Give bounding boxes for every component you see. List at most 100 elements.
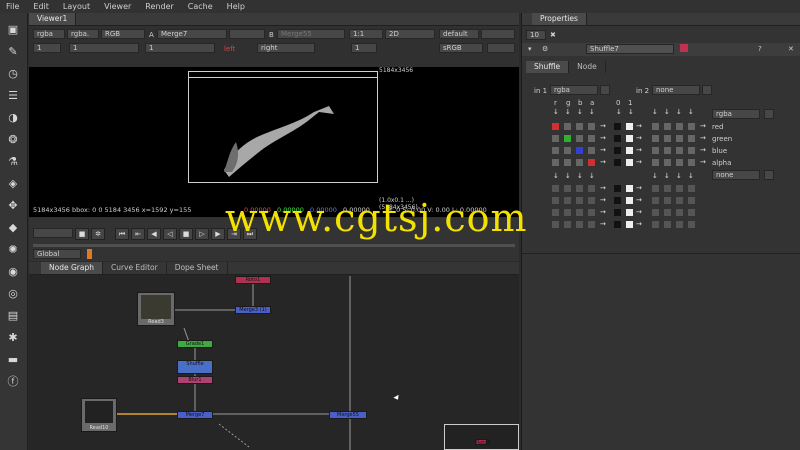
- viewer-canvas[interactable]: 5184x3456 (1.0x0.1 ...) (5184x3456): [29, 67, 519, 217]
- node-read3[interactable]: Read3: [137, 292, 175, 326]
- node-name-field[interactable]: Shuffle7: [586, 44, 674, 54]
- node-merge7[interactable]: Merge7: [177, 411, 213, 419]
- tab-shuffle[interactable]: Shuffle: [526, 61, 570, 73]
- channel-tool-icon[interactable]: ☰: [6, 89, 20, 103]
- shuffle-checkbox[interactable]: [588, 135, 595, 142]
- shuffle-checkbox[interactable]: [564, 159, 571, 166]
- help-icon[interactable]: ⚙: [542, 45, 548, 53]
- viewer-options[interactable]: [481, 29, 515, 39]
- shuffle2-checkbox[interactable]: [564, 185, 571, 192]
- shuffle-checkbox[interactable]: [576, 147, 583, 154]
- node-merge55[interactable]: Merge55: [329, 411, 367, 419]
- const-one-checkbox[interactable]: [626, 159, 633, 166]
- shuffle-checkbox[interactable]: [576, 159, 583, 166]
- node-graph-panel[interactable]: Node Graph Curve Editor Dope Sheet Roto1…: [29, 262, 519, 450]
- clear-panels-icon[interactable]: ✖: [550, 31, 556, 39]
- node-roto2[interactable]: Roto2: [475, 439, 491, 446]
- a-input-select[interactable]: Merge7: [157, 29, 227, 39]
- draw-tool-icon[interactable]: ✎: [6, 45, 20, 59]
- node-blur1[interactable]: Blur1: [177, 376, 213, 384]
- menu-file[interactable]: File: [6, 2, 19, 11]
- shuffle-checkbox[interactable]: [552, 123, 559, 130]
- shuffle-checkbox[interactable]: [576, 135, 583, 142]
- input2-checkbox[interactable]: [676, 209, 683, 216]
- tab-node[interactable]: Node: [569, 61, 606, 73]
- prev-key-icon[interactable]: ⇤: [131, 228, 145, 240]
- input2-checkbox[interactable]: [676, 221, 683, 228]
- stop-icon[interactable]: ■: [179, 228, 193, 240]
- tab-viewer1[interactable]: Viewer1: [29, 13, 77, 25]
- timeline-range-select[interactable]: Global: [33, 249, 81, 259]
- shuffle-checkbox[interactable]: [576, 123, 583, 130]
- const-one-checkbox[interactable]: [626, 209, 633, 216]
- fstop-field[interactable]: 1: [33, 43, 61, 53]
- first-frame-icon[interactable]: ⏮: [115, 228, 129, 240]
- const-one-checkbox[interactable]: [626, 197, 633, 204]
- shuffle2-checkbox[interactable]: [588, 209, 595, 216]
- input2-checkbox[interactable]: [652, 197, 659, 204]
- out2-select[interactable]: none: [712, 170, 760, 180]
- shuffle-checkbox[interactable]: [552, 147, 559, 154]
- shuffle-checkbox[interactable]: [564, 135, 571, 142]
- play-backward-icon[interactable]: ◁: [163, 228, 177, 240]
- shuffle2-checkbox[interactable]: [564, 197, 571, 204]
- shuffle-checkbox[interactable]: [552, 135, 559, 142]
- 3d-tool-icon[interactable]: ◆: [6, 221, 20, 235]
- const-one-checkbox[interactable]: [626, 147, 633, 154]
- input2-checkbox[interactable]: [664, 135, 671, 142]
- collapse-icon[interactable]: ▾: [528, 45, 532, 53]
- menu-viewer[interactable]: Viewer: [104, 2, 131, 11]
- input2-checkbox[interactable]: [676, 135, 683, 142]
- wipe-toggle[interactable]: [487, 43, 515, 53]
- const-one-checkbox[interactable]: [626, 135, 633, 142]
- out-select[interactable]: rgba: [712, 109, 760, 119]
- in2-select[interactable]: none: [652, 85, 700, 95]
- shuffle2-checkbox[interactable]: [576, 221, 583, 228]
- menu-layout[interactable]: Layout: [63, 2, 90, 11]
- in2-options[interactable]: [702, 85, 712, 95]
- colorspace-select[interactable]: sRGB: [439, 43, 483, 53]
- input2-checkbox[interactable]: [664, 147, 671, 154]
- shuffle2-checkbox[interactable]: [588, 221, 595, 228]
- gamma-field[interactable]: 1: [145, 43, 215, 53]
- navigator-minimap[interactable]: Roto2: [444, 424, 519, 450]
- lut-select[interactable]: default: [439, 29, 479, 39]
- node-color-swatch[interactable]: [680, 44, 688, 52]
- toolsets-tool-icon[interactable]: ✱: [6, 331, 20, 345]
- compare-select[interactable]: [229, 29, 265, 39]
- views-tool-icon[interactable]: ◎: [6, 287, 20, 301]
- node-grade1[interactable]: Grade1: [177, 340, 213, 348]
- shuffle2-checkbox[interactable]: [552, 185, 559, 192]
- layer-b-select[interactable]: rgba.: [67, 29, 99, 39]
- play-forward-icon[interactable]: ▷: [195, 228, 209, 240]
- prev-frame-icon[interactable]: ◀: [147, 228, 161, 240]
- input2-checkbox[interactable]: [652, 123, 659, 130]
- filter-tool-icon[interactable]: ❂: [6, 133, 20, 147]
- menu-cache[interactable]: Cache: [188, 2, 213, 11]
- input2-checkbox[interactable]: [688, 185, 695, 192]
- const-zero-checkbox[interactable]: [614, 197, 621, 204]
- shuffle-checkbox[interactable]: [588, 147, 595, 154]
- shuffle-checkbox[interactable]: [588, 123, 595, 130]
- merge-tool-icon[interactable]: ◈: [6, 177, 20, 191]
- help-question-icon[interactable]: ?: [758, 45, 762, 53]
- metadata-tool-icon[interactable]: ▤: [6, 309, 20, 323]
- const-zero-checkbox[interactable]: [614, 123, 621, 130]
- node-merge-top[interactable]: Merge3 (1): [235, 306, 271, 314]
- keyer-tool-icon[interactable]: ⚗: [6, 155, 20, 169]
- input2-checkbox[interactable]: [688, 135, 695, 142]
- gain-field[interactable]: 1: [69, 43, 139, 53]
- layer-a-select[interactable]: rgba: [33, 29, 65, 39]
- input2-checkbox[interactable]: [676, 147, 683, 154]
- zoom-select[interactable]: 1:1: [349, 29, 383, 39]
- shuffle2-checkbox[interactable]: [588, 197, 595, 204]
- shuffle2-checkbox[interactable]: [552, 209, 559, 216]
- input2-checkbox[interactable]: [688, 221, 695, 228]
- lock-icon[interactable]: ■: [75, 228, 89, 240]
- timeline-track[interactable]: [33, 244, 515, 247]
- input2-checkbox[interactable]: [676, 197, 683, 204]
- shuffle2-checkbox[interactable]: [552, 197, 559, 204]
- out-options[interactable]: [764, 109, 774, 119]
- input2-checkbox[interactable]: [688, 147, 695, 154]
- node-shuffle[interactable]: Shuffle: [177, 360, 213, 374]
